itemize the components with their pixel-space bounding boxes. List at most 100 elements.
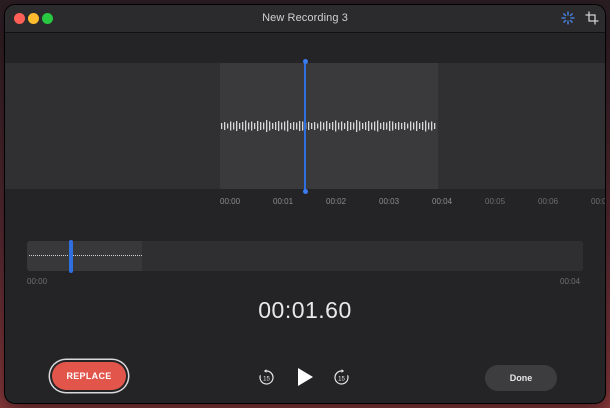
overview-end-label: 00:04 — [560, 277, 581, 286]
skip-back-label: 15 — [263, 376, 270, 382]
waveform-bar — [338, 122, 340, 130]
waveform-bar — [236, 121, 238, 131]
waveform-bar — [353, 122, 355, 130]
waveform-bar — [380, 123, 382, 129]
done-button[interactable]: Done — [485, 365, 557, 391]
waveform-bar — [413, 122, 415, 130]
trim-icon[interactable] — [585, 11, 599, 25]
timeline-tick-label: 00:02 — [326, 197, 347, 206]
waveform-bar — [308, 122, 310, 130]
waveform-bar — [404, 122, 406, 130]
voice-memos-window: New Recording 3 00:00 00:01 00:02 00:03 00:0… — [5, 5, 605, 403]
waveform-bar — [227, 123, 229, 129]
waveform-bar — [344, 123, 346, 129]
waveform-bar — [401, 123, 403, 129]
play-icon[interactable] — [295, 367, 315, 387]
waveform-bar — [335, 120, 337, 132]
overview-waveform — [29, 255, 142, 256]
waveform-bar — [389, 121, 391, 131]
waveform-bar — [293, 122, 295, 130]
playhead-bottom-handle[interactable] — [302, 189, 308, 194]
waveform-bar — [431, 121, 433, 131]
waveform-bar — [365, 122, 367, 130]
timeline-tick-label: 00:03 — [379, 197, 400, 206]
waveform-bar — [398, 122, 400, 130]
timeline-tick-label: 00:04 — [432, 197, 453, 206]
skip-back-15-icon[interactable]: 15 — [258, 369, 275, 386]
waveform-bar — [269, 121, 271, 131]
timeline-tick-label: 00:05 — [485, 197, 506, 206]
enhance-recording-icon[interactable] — [561, 11, 575, 25]
timeline-tick-label: 00:0 — [591, 197, 605, 206]
waveform-bar — [362, 123, 364, 129]
skip-forward-15-icon[interactable]: 15 — [333, 369, 350, 386]
waveform-bar — [239, 123, 241, 129]
waveform-bar — [350, 122, 352, 130]
waveform-bar — [248, 122, 250, 130]
waveform-bar — [356, 120, 358, 132]
waveform-bar — [311, 123, 313, 129]
waveform-bar — [428, 122, 430, 130]
waveform-bar — [368, 121, 370, 131]
waveform-bar — [296, 122, 298, 130]
waveform-bar — [251, 121, 253, 131]
waveform-bar — [323, 122, 325, 130]
waveform-bar — [422, 122, 424, 130]
waveform-bar — [395, 123, 397, 129]
waveform-bar — [224, 122, 226, 130]
audio-waveform — [221, 120, 436, 132]
waveform-bar — [332, 122, 334, 130]
waveform-bar — [245, 120, 247, 132]
waveform-bar — [287, 120, 289, 132]
waveform-bar — [290, 123, 292, 129]
waveform-bar — [299, 121, 301, 131]
waveform-bar — [263, 122, 265, 130]
timeline-tick-label: 00:06 — [538, 197, 559, 206]
playhead[interactable] — [304, 62, 306, 192]
waveform-bar — [347, 121, 349, 131]
overview-start-label: 00:00 — [27, 277, 48, 286]
waveform-bar — [272, 123, 274, 129]
waveform-bar — [281, 122, 283, 130]
waveform-bar — [374, 121, 376, 131]
waveform-bar — [341, 121, 343, 131]
replace-button[interactable]: REPLACE — [52, 362, 126, 390]
waveform-bar — [377, 120, 379, 132]
current-time-display: 00:01.60 — [258, 297, 352, 323]
waveform-bar — [317, 123, 319, 129]
waveform-bar — [230, 121, 232, 131]
waveform-bar — [242, 122, 244, 130]
waveform-bar — [386, 122, 388, 130]
waveform-bar — [407, 123, 409, 129]
playhead-top-handle[interactable] — [302, 59, 308, 64]
skip-forward-label: 15 — [338, 376, 345, 382]
waveform-bar — [326, 121, 328, 131]
waveform-bar — [284, 121, 286, 131]
overview-position-handle[interactable] — [69, 240, 73, 273]
waveform-bar — [233, 122, 235, 130]
waveform-bar — [329, 123, 331, 129]
timeline-tick-label: 00:00 — [220, 197, 241, 206]
waveform-bar — [383, 122, 385, 130]
waveform-bar — [416, 121, 418, 131]
waveform-bar — [371, 122, 373, 130]
overview-recorded-region — [27, 241, 142, 271]
window-title: New Recording 3 — [262, 12, 348, 24]
waveform-bar — [275, 122, 277, 130]
waveform-bar — [257, 121, 259, 131]
waveform-bar — [266, 120, 268, 132]
waveform-bar — [410, 121, 412, 131]
waveform-bar — [392, 121, 394, 131]
waveform-bar — [254, 123, 256, 129]
waveform-bar — [260, 122, 262, 130]
waveform-bar — [434, 123, 436, 129]
waveform-bar — [314, 122, 316, 130]
timeline-tick-label: 00:01 — [273, 197, 294, 206]
waveform-bar — [320, 121, 322, 131]
waveform-bar — [359, 121, 361, 131]
waveform-bar — [221, 123, 223, 129]
waveform-bar — [278, 121, 280, 131]
title-bar: New Recording 3 — [5, 5, 605, 33]
waveform-bar — [419, 123, 421, 129]
waveform-bar — [425, 120, 427, 132]
